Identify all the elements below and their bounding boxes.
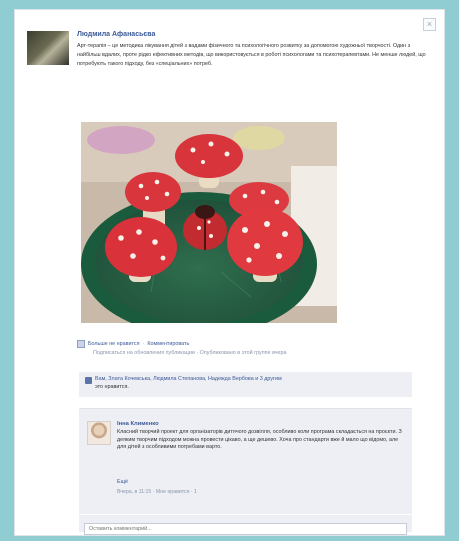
comment-text: Класний творчий проект для організаторів… (117, 429, 402, 451)
close-icon[interactable]: × (423, 18, 436, 31)
post-actions: Больше не нравится · Комментировать (77, 340, 189, 348)
post-photo[interactable] (81, 122, 337, 323)
comment-more-link[interactable]: Ещё (117, 479, 128, 485)
write-comment-area (79, 515, 412, 535)
comment-author[interactable]: Інна Клименко (117, 421, 159, 427)
mushroom-photo (81, 122, 337, 323)
likers-list[interactable]: Вам, Злата Кочевська, Людмила Степанова,… (95, 376, 282, 384)
comment-meta: Вчера, в 11:15 · Мне нравится · 1 (117, 489, 197, 495)
post-author[interactable]: Людмила Афанасьєва (77, 31, 155, 38)
like-icon (77, 340, 85, 348)
commenter-avatar[interactable] (87, 421, 111, 445)
likes-suffix: это нравится. (95, 384, 129, 390)
separator: · (142, 341, 145, 347)
comment-link[interactable]: Комментировать (147, 341, 189, 347)
post-text: Арт-терапія – це методика лікування діте… (77, 43, 426, 67)
comment-item: Інна Клименко Класний творчий проект для… (79, 408, 412, 514)
likes-summary: Вам, Злата Кочевська, Людмила Степанова,… (79, 372, 412, 397)
thumbs-up-icon (85, 377, 92, 384)
comment-input[interactable] (84, 523, 407, 535)
unlike-link[interactable]: Больше не нравится (88, 341, 140, 347)
author-avatar[interactable] (27, 31, 69, 65)
post-subscribe-line[interactable]: Подписаться на обновления публикации · О… (93, 350, 287, 356)
post-card: × Людмила Афанасьєва Арт-терапія – це ме… (14, 9, 445, 536)
